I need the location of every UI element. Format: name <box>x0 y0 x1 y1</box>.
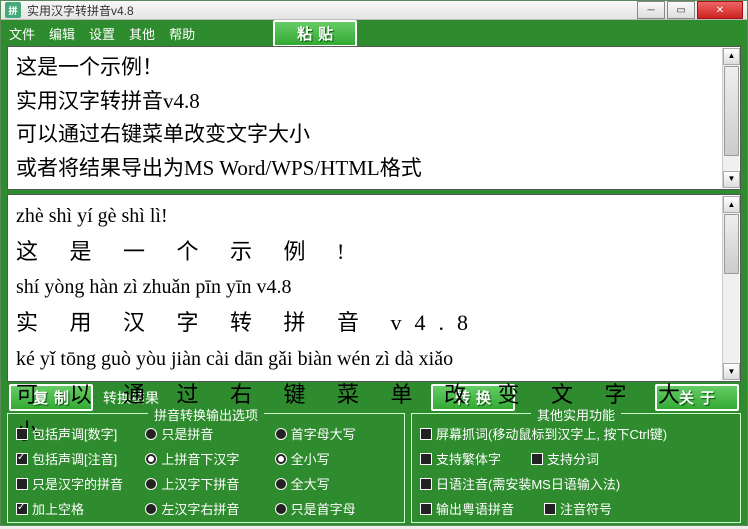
input-line: 可以通过右键菜单改变文字大小 <box>16 118 732 152</box>
close-button[interactable]: ✕ <box>697 1 743 19</box>
menu-settings[interactable]: 设置 <box>89 24 115 43</box>
input-line: 实用汉字转拼音v4.8 <box>16 85 732 119</box>
opt-uppercase[interactable]: 全大写 <box>275 474 396 493</box>
paste-button[interactable]: 粘贴 <box>273 20 357 47</box>
scrollbar[interactable]: ▲ ▼ <box>722 196 739 380</box>
panel-legend: 其他实用功能 <box>531 405 621 424</box>
opt-cantonese[interactable]: 输出粤语拼音 <box>420 499 514 518</box>
opt-lowercase[interactable]: 全小写 <box>275 449 396 468</box>
opt-japanese[interactable]: 日语注音(需安装MS日语输入法) <box>420 474 732 493</box>
opt-initials-only[interactable]: 只是首字母 <box>275 499 396 518</box>
scroll-thumb[interactable] <box>724 66 739 156</box>
input-line: 或者将结果导出为MS Word/WPS/HTML格式 <box>16 152 732 186</box>
minimize-button[interactable]: ─ <box>637 1 665 19</box>
menu-other[interactable]: 其他 <box>129 24 155 43</box>
opt-traditional[interactable]: 支持繁体字 <box>420 449 501 468</box>
opt-word-seg[interactable]: 支持分词 <box>531 449 599 468</box>
opt-hanzi-left[interactable]: 左汉字右拼音 <box>145 499 266 518</box>
opt-only-hanzi-pinyin[interactable]: 只是汉字的拼音 <box>16 474 137 493</box>
scroll-down-icon[interactable]: ▼ <box>723 363 740 380</box>
menu-edit[interactable]: 编辑 <box>49 24 75 43</box>
opt-tone-mark[interactable]: 包括声调[注音] <box>16 449 137 468</box>
output-pinyin: shí yòng hàn zì zhuǎn pīn yīn v4.8 <box>16 270 732 304</box>
opt-screen-grab[interactable]: 屏幕抓词(移动鼠标到汉字上, 按下Ctrl键) <box>420 424 732 443</box>
pinyin-options-panel: 拼音转换输出选项 包括声调[数字] 包括声调[注音] 只是汉字的拼音 加上空格 … <box>7 413 405 523</box>
input-line: 这是一个示例！ <box>16 51 732 85</box>
menubar: 文件 编辑 设置 其他 帮助 粘贴 <box>1 20 747 46</box>
opt-hanzi-above[interactable]: 上汉字下拼音 <box>145 474 266 493</box>
opt-pinyin-above[interactable]: 上拼音下汉字 <box>145 449 266 468</box>
menu-help[interactable]: 帮助 <box>169 24 195 43</box>
opt-only-pinyin[interactable]: 只是拼音 <box>145 424 266 443</box>
scroll-up-icon[interactable]: ▲ <box>723 48 740 65</box>
opt-tone-number[interactable]: 包括声调[数字] <box>16 424 137 443</box>
scroll-up-icon[interactable]: ▲ <box>723 196 740 213</box>
panel-legend: 拼音转换输出选项 <box>148 405 264 424</box>
opt-zhuyin[interactable]: 注音符号 <box>544 499 612 518</box>
input-textbox[interactable]: 这是一个示例！ 实用汉字转拼音v4.8 可以通过右键菜单改变文字大小 或者将结果… <box>7 46 741 190</box>
scroll-thumb[interactable] <box>724 214 739 274</box>
scroll-down-icon[interactable]: ▼ <box>723 171 740 188</box>
menu-file[interactable]: 文件 <box>9 24 35 43</box>
maximize-button[interactable]: ▭ <box>667 1 695 19</box>
app-icon: 拼 <box>5 2 21 18</box>
opt-add-space[interactable]: 加上空格 <box>16 499 137 518</box>
other-functions-panel: 其他实用功能 屏幕抓词(移动鼠标到汉字上, 按下Ctrl键) 支持繁体字 支持分… <box>411 413 741 523</box>
titlebar: 拼 实用汉字转拼音v4.8 ─ ▭ ✕ <box>1 1 747 20</box>
output-hanzi: 实 用 汉 字 转 拼 音 v4.8 <box>16 304 732 341</box>
output-textbox[interactable]: zhè shì yí gè shì lì! 这 是 一 个 示 例 ! shí … <box>7 194 741 382</box>
window-title: 实用汉字转拼音v4.8 <box>27 2 134 19</box>
opt-initial-caps[interactable]: 首字母大写 <box>275 424 396 443</box>
output-hanzi: 这 是 一 个 示 例 ! <box>16 233 732 270</box>
output-pinyin: zhè shì yí gè shì lì! <box>16 199 732 233</box>
scrollbar[interactable]: ▲ ▼ <box>722 48 739 188</box>
output-pinyin: ké yǐ tōng guò yòu jiàn cài dān gǎi biàn… <box>16 342 732 376</box>
